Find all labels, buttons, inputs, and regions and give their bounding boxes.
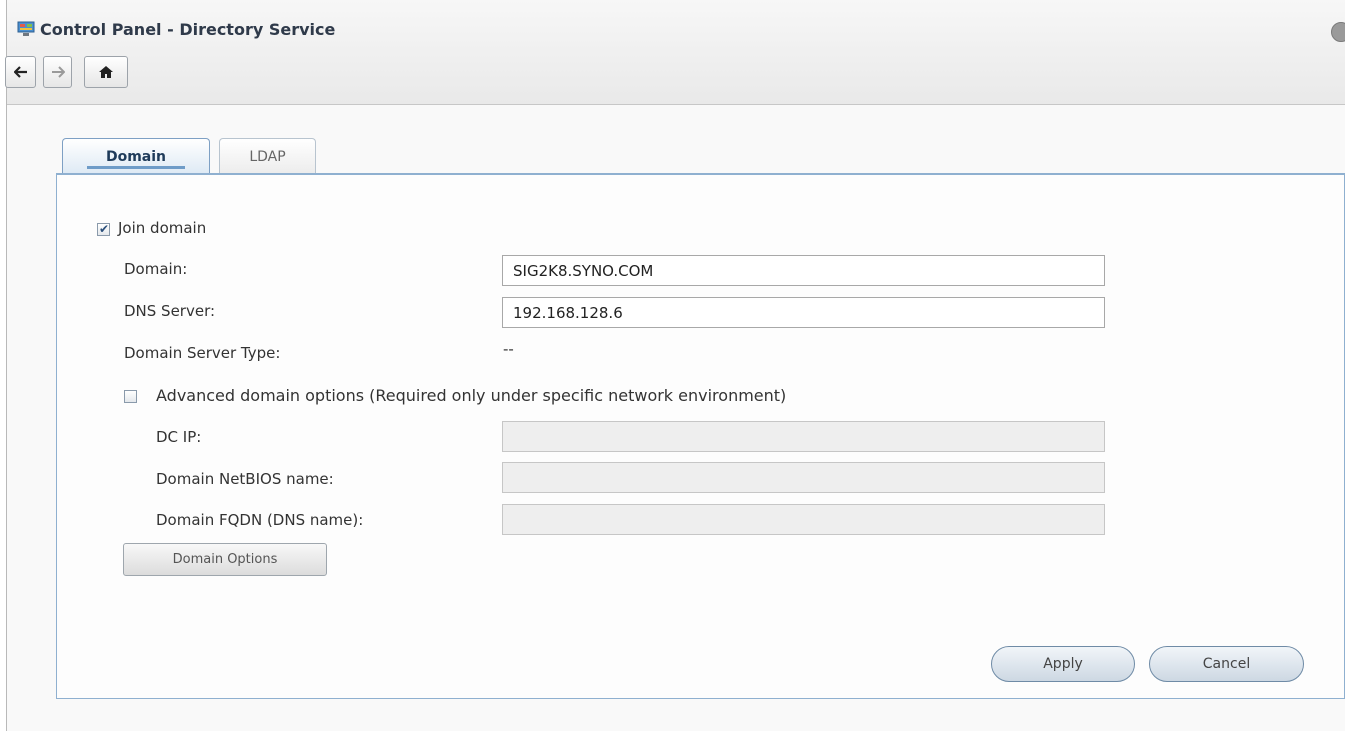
fqdn-label: Domain FQDN (DNS name): bbox=[156, 511, 364, 529]
window-title: Control Panel - Directory Service bbox=[40, 20, 336, 39]
title-bar: Control Panel - Directory Service bbox=[5, 0, 1345, 105]
cancel-button[interactable]: Cancel bbox=[1149, 646, 1304, 682]
dc-ip-label: DC IP: bbox=[156, 428, 202, 446]
advanced-options-checkbox[interactable] bbox=[124, 390, 137, 403]
tab-ldap-label: LDAP bbox=[249, 148, 286, 165]
tab-ldap[interactable]: LDAP bbox=[219, 138, 316, 174]
join-domain-label: Join domain bbox=[118, 219, 207, 237]
home-icon bbox=[98, 65, 114, 79]
back-button[interactable] bbox=[5, 56, 36, 88]
domain-server-type-value: -- bbox=[503, 340, 514, 358]
domain-options-label: Domain Options bbox=[172, 552, 278, 567]
join-domain-checkbox[interactable]: ✔ bbox=[97, 222, 110, 236]
tab-domain-label: Domain bbox=[105, 149, 167, 165]
tab-domain[interactable]: Domain bbox=[62, 138, 210, 175]
dns-server-label: DNS Server: bbox=[124, 302, 216, 320]
forward-button[interactable] bbox=[43, 56, 72, 88]
domain-label: Domain: bbox=[124, 260, 188, 278]
netbios-name-label: Domain NetBIOS name: bbox=[156, 470, 334, 488]
fqdn-input[interactable] bbox=[502, 504, 1105, 535]
home-button[interactable] bbox=[84, 56, 128, 88]
cancel-label: Cancel bbox=[1202, 656, 1251, 672]
dc-ip-input[interactable] bbox=[502, 421, 1105, 452]
arrow-right-icon bbox=[51, 66, 65, 78]
arrow-left-icon bbox=[13, 66, 28, 78]
domain-options-button[interactable]: Domain Options bbox=[123, 543, 327, 576]
apply-button[interactable]: Apply bbox=[991, 646, 1135, 682]
domain-input[interactable] bbox=[502, 255, 1105, 286]
advanced-options-label: Advanced domain options (Required only u… bbox=[156, 386, 787, 405]
domain-server-type-label: Domain Server Type: bbox=[124, 344, 281, 362]
window-control-icon[interactable] bbox=[1331, 22, 1345, 42]
apply-label: Apply bbox=[1043, 656, 1083, 672]
checkmark-icon: ✔ bbox=[99, 222, 110, 236]
netbios-name-input[interactable] bbox=[502, 462, 1105, 493]
control-panel-icon bbox=[17, 21, 35, 37]
dns-server-input[interactable] bbox=[502, 297, 1105, 328]
